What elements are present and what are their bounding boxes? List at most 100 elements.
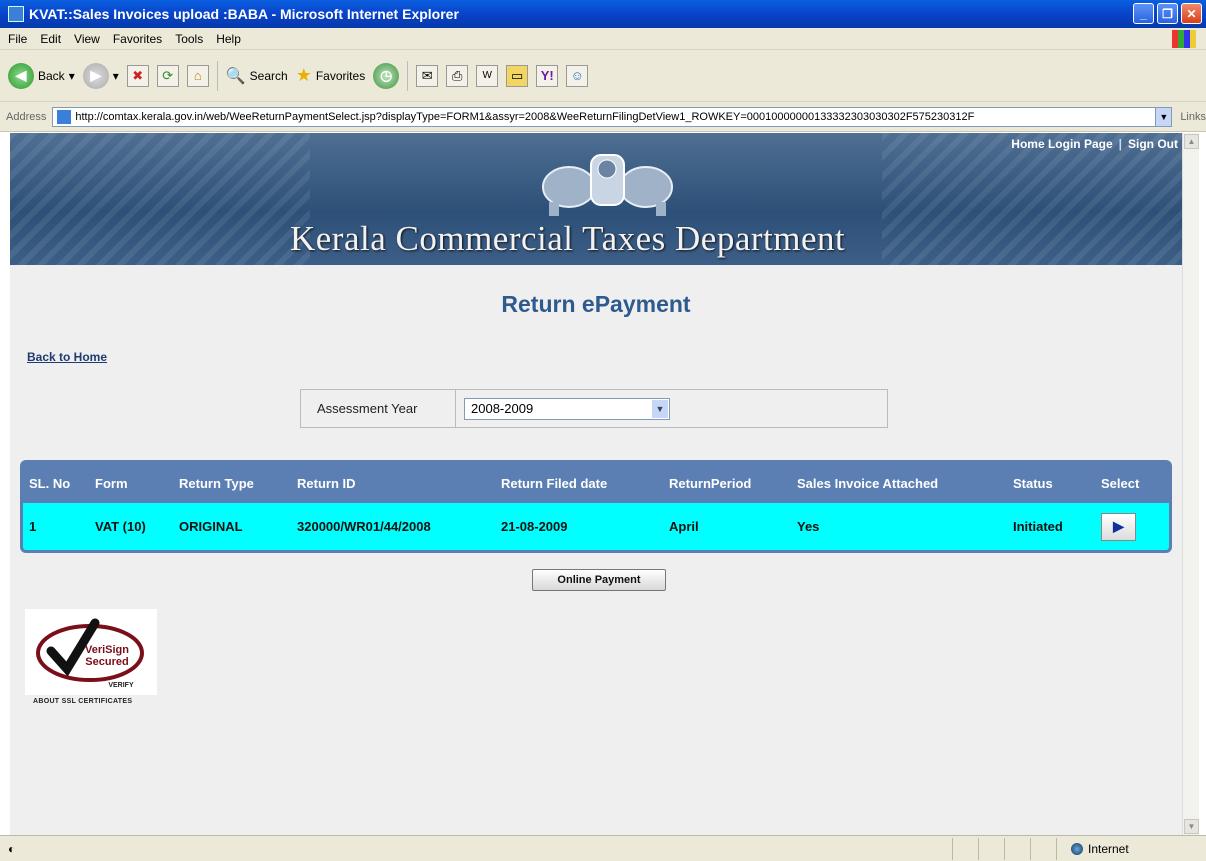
ssl-caption: ABOUT SSL CERTIFICATES xyxy=(33,698,133,705)
menu-bar: File Edit View Favorites Tools Help xyxy=(0,28,1206,50)
print-icon[interactable]: ⎙ xyxy=(446,64,469,87)
zone-label: Internet xyxy=(1088,842,1129,856)
close-button[interactable]: ✕ xyxy=(1181,3,1202,24)
cell-select: ▶ xyxy=(1095,503,1169,550)
ie-app-icon xyxy=(8,6,24,22)
verisign-seal[interactable]: VeriSign Secured VERIFY xyxy=(25,609,157,695)
home-login-link[interactable]: Home Login Page xyxy=(1011,137,1112,151)
play-arrow-icon: ▶ xyxy=(1113,518,1124,534)
address-label: Address xyxy=(6,110,47,123)
page-status-icon: ◐ xyxy=(8,841,16,856)
link-separator: | xyxy=(1118,137,1122,151)
cell-filed-date: 21-08-2009 xyxy=(501,519,568,534)
status-pane xyxy=(1004,838,1030,860)
vertical-scrollbar[interactable]: ▲ ▼ xyxy=(1182,133,1199,835)
status-pane xyxy=(1030,838,1056,860)
menu-favorites[interactable]: Favorites xyxy=(113,32,162,46)
word-icon[interactable]: W xyxy=(476,64,499,87)
returns-table: SL. No Form Return Type Return ID Return… xyxy=(20,460,1172,553)
address-bar: Address http://comtax.kerala.gov.in/web/… xyxy=(0,102,1206,132)
forward-dropdown-icon[interactable]: ▾ xyxy=(113,69,119,83)
refresh-icon[interactable]: ⟳ xyxy=(156,64,179,87)
col-return-type: Return Type xyxy=(179,475,254,491)
top-links: Home Login Page | Sign Out xyxy=(1011,137,1178,151)
col-invoice-attached: Sales Invoice Attached xyxy=(797,475,939,491)
search-icon: 🔍 xyxy=(225,67,246,85)
header-banner: Kerala Commercial Taxes Department Home … xyxy=(10,133,1182,265)
seal-verify: VERIFY xyxy=(108,682,134,689)
home-icon[interactable]: ⌂ xyxy=(186,64,209,87)
forward-button[interactable]: ▶ ▾ xyxy=(82,62,119,89)
status-panes: Internet xyxy=(952,838,1206,860)
page-title: Return ePayment xyxy=(501,291,691,317)
cell-return-period: April xyxy=(669,519,699,534)
window-controls: _ ❐ ✕ xyxy=(1133,3,1202,24)
col-return-period: ReturnPeriod xyxy=(669,475,752,491)
menu-help[interactable]: Help xyxy=(216,32,241,46)
col-filed-date: Return Filed date xyxy=(501,475,608,491)
menu-file[interactable]: File xyxy=(8,32,27,46)
status-pane xyxy=(952,838,978,860)
col-form: Form xyxy=(95,475,128,491)
cell-form: VAT (10) xyxy=(95,519,146,534)
minimize-button[interactable]: _ xyxy=(1133,3,1154,24)
assessment-year-label: Assessment Year xyxy=(301,390,456,427)
messenger-icon[interactable]: ☺ xyxy=(566,64,589,87)
cell-status: Initiated xyxy=(1013,519,1063,534)
cell-return-type: ORIGINAL xyxy=(179,519,243,534)
folder-icon[interactable]: ▭ xyxy=(506,64,529,87)
window-title: KVAT::Sales Invoices upload :BABA - Micr… xyxy=(29,6,459,22)
select-row-button[interactable]: ▶ xyxy=(1101,512,1136,541)
col-sl-no: SL. No xyxy=(29,475,71,491)
toolbar-separator xyxy=(216,60,218,91)
stop-icon[interactable]: ✖ xyxy=(126,64,149,87)
col-select: Select xyxy=(1101,475,1140,491)
sign-out-link[interactable]: Sign Out xyxy=(1128,137,1178,151)
table-row: 1 VAT (10) ORIGINAL 320000/WR01/44/2008 … xyxy=(23,503,1169,550)
address-dropdown-icon[interactable]: ▼ xyxy=(1155,107,1172,126)
links-toolbar[interactable]: Links xyxy=(1180,111,1206,123)
online-payment-button[interactable]: Online Payment xyxy=(532,569,666,591)
url-field[interactable]: http://comtax.kerala.gov.in/web/WeeRetur… xyxy=(52,106,1173,127)
back-to-home-link[interactable]: Back to Home xyxy=(27,350,107,364)
maximize-button[interactable]: ❐ xyxy=(1157,3,1178,24)
scroll-up-icon[interactable]: ▲ xyxy=(1184,134,1199,149)
menu-tools[interactable]: Tools xyxy=(175,32,203,46)
table-header-row: SL. No Form Return Type Return ID Return… xyxy=(23,463,1169,503)
seal-line2: Secured xyxy=(85,656,128,668)
globe-icon xyxy=(1071,843,1083,855)
url-text: http://comtax.kerala.gov.in/web/WeeRetur… xyxy=(75,110,975,123)
yahoo-icon[interactable]: Y! xyxy=(536,64,559,87)
banner-pattern-left xyxy=(10,133,310,265)
cell-return-id: 320000/WR01/44/2008 xyxy=(297,519,431,534)
search-button[interactable]: 🔍 Search xyxy=(226,66,288,86)
cell-sl-no: 1 xyxy=(29,519,37,534)
menu-edit[interactable]: Edit xyxy=(40,32,61,46)
history-icon[interactable]: ◷ xyxy=(373,62,400,89)
scroll-down-icon[interactable]: ▼ xyxy=(1184,819,1199,834)
seal-line1: VeriSign xyxy=(85,644,129,656)
status-pane xyxy=(978,838,1004,860)
mail-icon[interactable]: ✉ xyxy=(416,64,439,87)
kerala-emblem xyxy=(542,154,673,216)
assessment-year-panel: Assessment Year 2008-2009 ▼ xyxy=(300,389,888,428)
banner-pattern-right xyxy=(882,133,1182,265)
cell-invoice-attached: Yes xyxy=(797,519,820,534)
windows-logo-icon xyxy=(1172,30,1196,48)
department-title: Kerala Commercial Taxes Department xyxy=(290,219,846,258)
toolbar-separator xyxy=(407,60,409,91)
assessment-year-select[interactable]: 2008-2009 ▼ xyxy=(464,397,670,420)
back-dropdown-icon[interactable]: ▾ xyxy=(69,69,75,83)
favorites-button[interactable]: ★ Favorites xyxy=(296,65,366,86)
favorites-label: Favorites xyxy=(315,68,366,83)
col-status: Status xyxy=(1013,475,1053,491)
menu-view[interactable]: View xyxy=(74,32,100,46)
page-viewport: Kerala Commercial Taxes Department Home … xyxy=(10,133,1182,835)
status-bar: ◐ Internet xyxy=(0,835,1206,861)
back-button[interactable]: ◀ Back ▾ xyxy=(8,62,75,89)
window-titlebar: KVAT::Sales Invoices upload :BABA - Micr… xyxy=(0,0,1206,28)
chevron-down-icon[interactable]: ▼ xyxy=(652,399,668,418)
back-arrow-icon: ◀ xyxy=(8,62,34,89)
page-icon xyxy=(57,109,72,124)
col-return-id: Return ID xyxy=(297,475,356,491)
